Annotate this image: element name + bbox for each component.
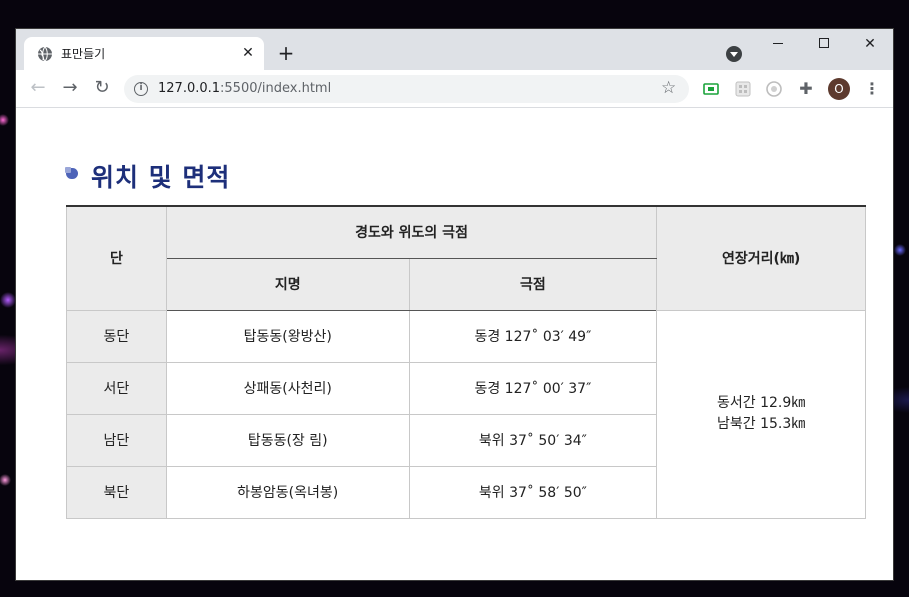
cell-place: 탑동동(왕방산) bbox=[165, 309, 410, 363]
extensions-puzzle-icon[interactable]: ✚ bbox=[797, 80, 815, 98]
cell-place: 탑동동(장 림) bbox=[165, 413, 410, 467]
cell-place: 상패동(사천리) bbox=[165, 361, 410, 415]
maximize-button[interactable] bbox=[801, 29, 847, 59]
active-tab[interactable]: 표만들기 ✕ bbox=[24, 37, 264, 70]
reload-button[interactable]: ↻ bbox=[90, 76, 114, 100]
header-place: 지명 bbox=[165, 257, 410, 311]
new-tab-button[interactable]: + bbox=[275, 42, 297, 64]
capture-extension-icon[interactable] bbox=[765, 80, 783, 98]
window-close-button[interactable]: ✕ bbox=[847, 29, 893, 59]
url-path: :5500/index.html bbox=[220, 81, 332, 96]
distance-east-west: 동서간 12.9㎞ bbox=[716, 395, 806, 411]
cell-direction: 동단 bbox=[66, 309, 167, 363]
cell-point: 동경 127˚ 03′ 49″ bbox=[408, 309, 658, 363]
page-content: 위치 및 면적 단 경도와 위도의 극점 연장거리(㎞) 지명 극점 동단 탑동… bbox=[16, 108, 893, 580]
browser-toolbar: ← → ↻ i 127.0.0.1:5500/index.html ☆ ✚ O … bbox=[16, 70, 893, 108]
heading-bullet-icon bbox=[65, 167, 78, 179]
minimize-icon bbox=[773, 43, 783, 44]
url-host: 127.0.0.1 bbox=[158, 81, 221, 96]
browser-menu-icon[interactable]: ⋮ bbox=[864, 78, 880, 100]
bookmark-star-icon[interactable]: ☆ bbox=[661, 78, 676, 98]
profile-avatar[interactable]: O bbox=[828, 78, 850, 100]
header-point: 극점 bbox=[408, 257, 658, 311]
cell-point: 북위 37˚ 58′ 50″ bbox=[408, 465, 658, 519]
cell-point: 동경 127˚ 00′ 37″ bbox=[408, 361, 658, 415]
browser-window: 표만들기 ✕ + ✕ ← → ↻ i 127.0.0.1:5500/index.… bbox=[16, 29, 893, 580]
page-title: 위치 및 면적 bbox=[91, 163, 231, 192]
tab-search-icon[interactable] bbox=[726, 46, 742, 62]
cell-direction: 남단 bbox=[66, 413, 167, 467]
cell-direction: 서단 bbox=[66, 361, 167, 415]
forward-button[interactable]: → bbox=[58, 76, 82, 100]
tab-close-icon[interactable]: ✕ bbox=[239, 44, 257, 62]
screen-extension-icon[interactable] bbox=[702, 80, 720, 98]
header-distance: 연장거리(㎞) bbox=[656, 205, 866, 311]
location-area-table: 단 경도와 위도의 극점 연장거리(㎞) 지명 극점 동단 탑동동(왕방산) 동… bbox=[66, 205, 866, 519]
site-info-icon[interactable]: i bbox=[134, 82, 148, 96]
globe-icon bbox=[38, 46, 52, 62]
url-text[interactable]: 127.0.0.1:5500/index.html bbox=[158, 81, 331, 96]
table-row: 동단 탑동동(왕방산) 동경 127˚ 03′ 49″ 동서간 12.9㎞ 남북… bbox=[66, 309, 866, 519]
tab-title: 표만들기 bbox=[61, 47, 106, 61]
back-button[interactable]: ← bbox=[26, 76, 50, 100]
maximize-icon bbox=[819, 38, 829, 48]
cell-point: 북위 37˚ 50′ 34″ bbox=[408, 413, 658, 467]
minimize-button[interactable] bbox=[755, 29, 801, 59]
grid-extension-icon[interactable] bbox=[734, 80, 752, 98]
cell-place: 하봉암동(옥녀봉) bbox=[165, 465, 410, 519]
tab-strip: 표만들기 ✕ + ✕ bbox=[16, 29, 893, 70]
header-direction: 단 bbox=[66, 205, 167, 311]
header-group-extremes: 경도와 위도의 극점 bbox=[165, 205, 658, 259]
cell-distance: 동서간 12.9㎞ 남북간 15.3㎞ bbox=[656, 309, 866, 519]
cell-direction: 북단 bbox=[66, 465, 167, 519]
address-bar[interactable]: i 127.0.0.1:5500/index.html ☆ bbox=[124, 75, 689, 103]
distance-north-south: 남북간 15.3㎞ bbox=[716, 416, 806, 432]
